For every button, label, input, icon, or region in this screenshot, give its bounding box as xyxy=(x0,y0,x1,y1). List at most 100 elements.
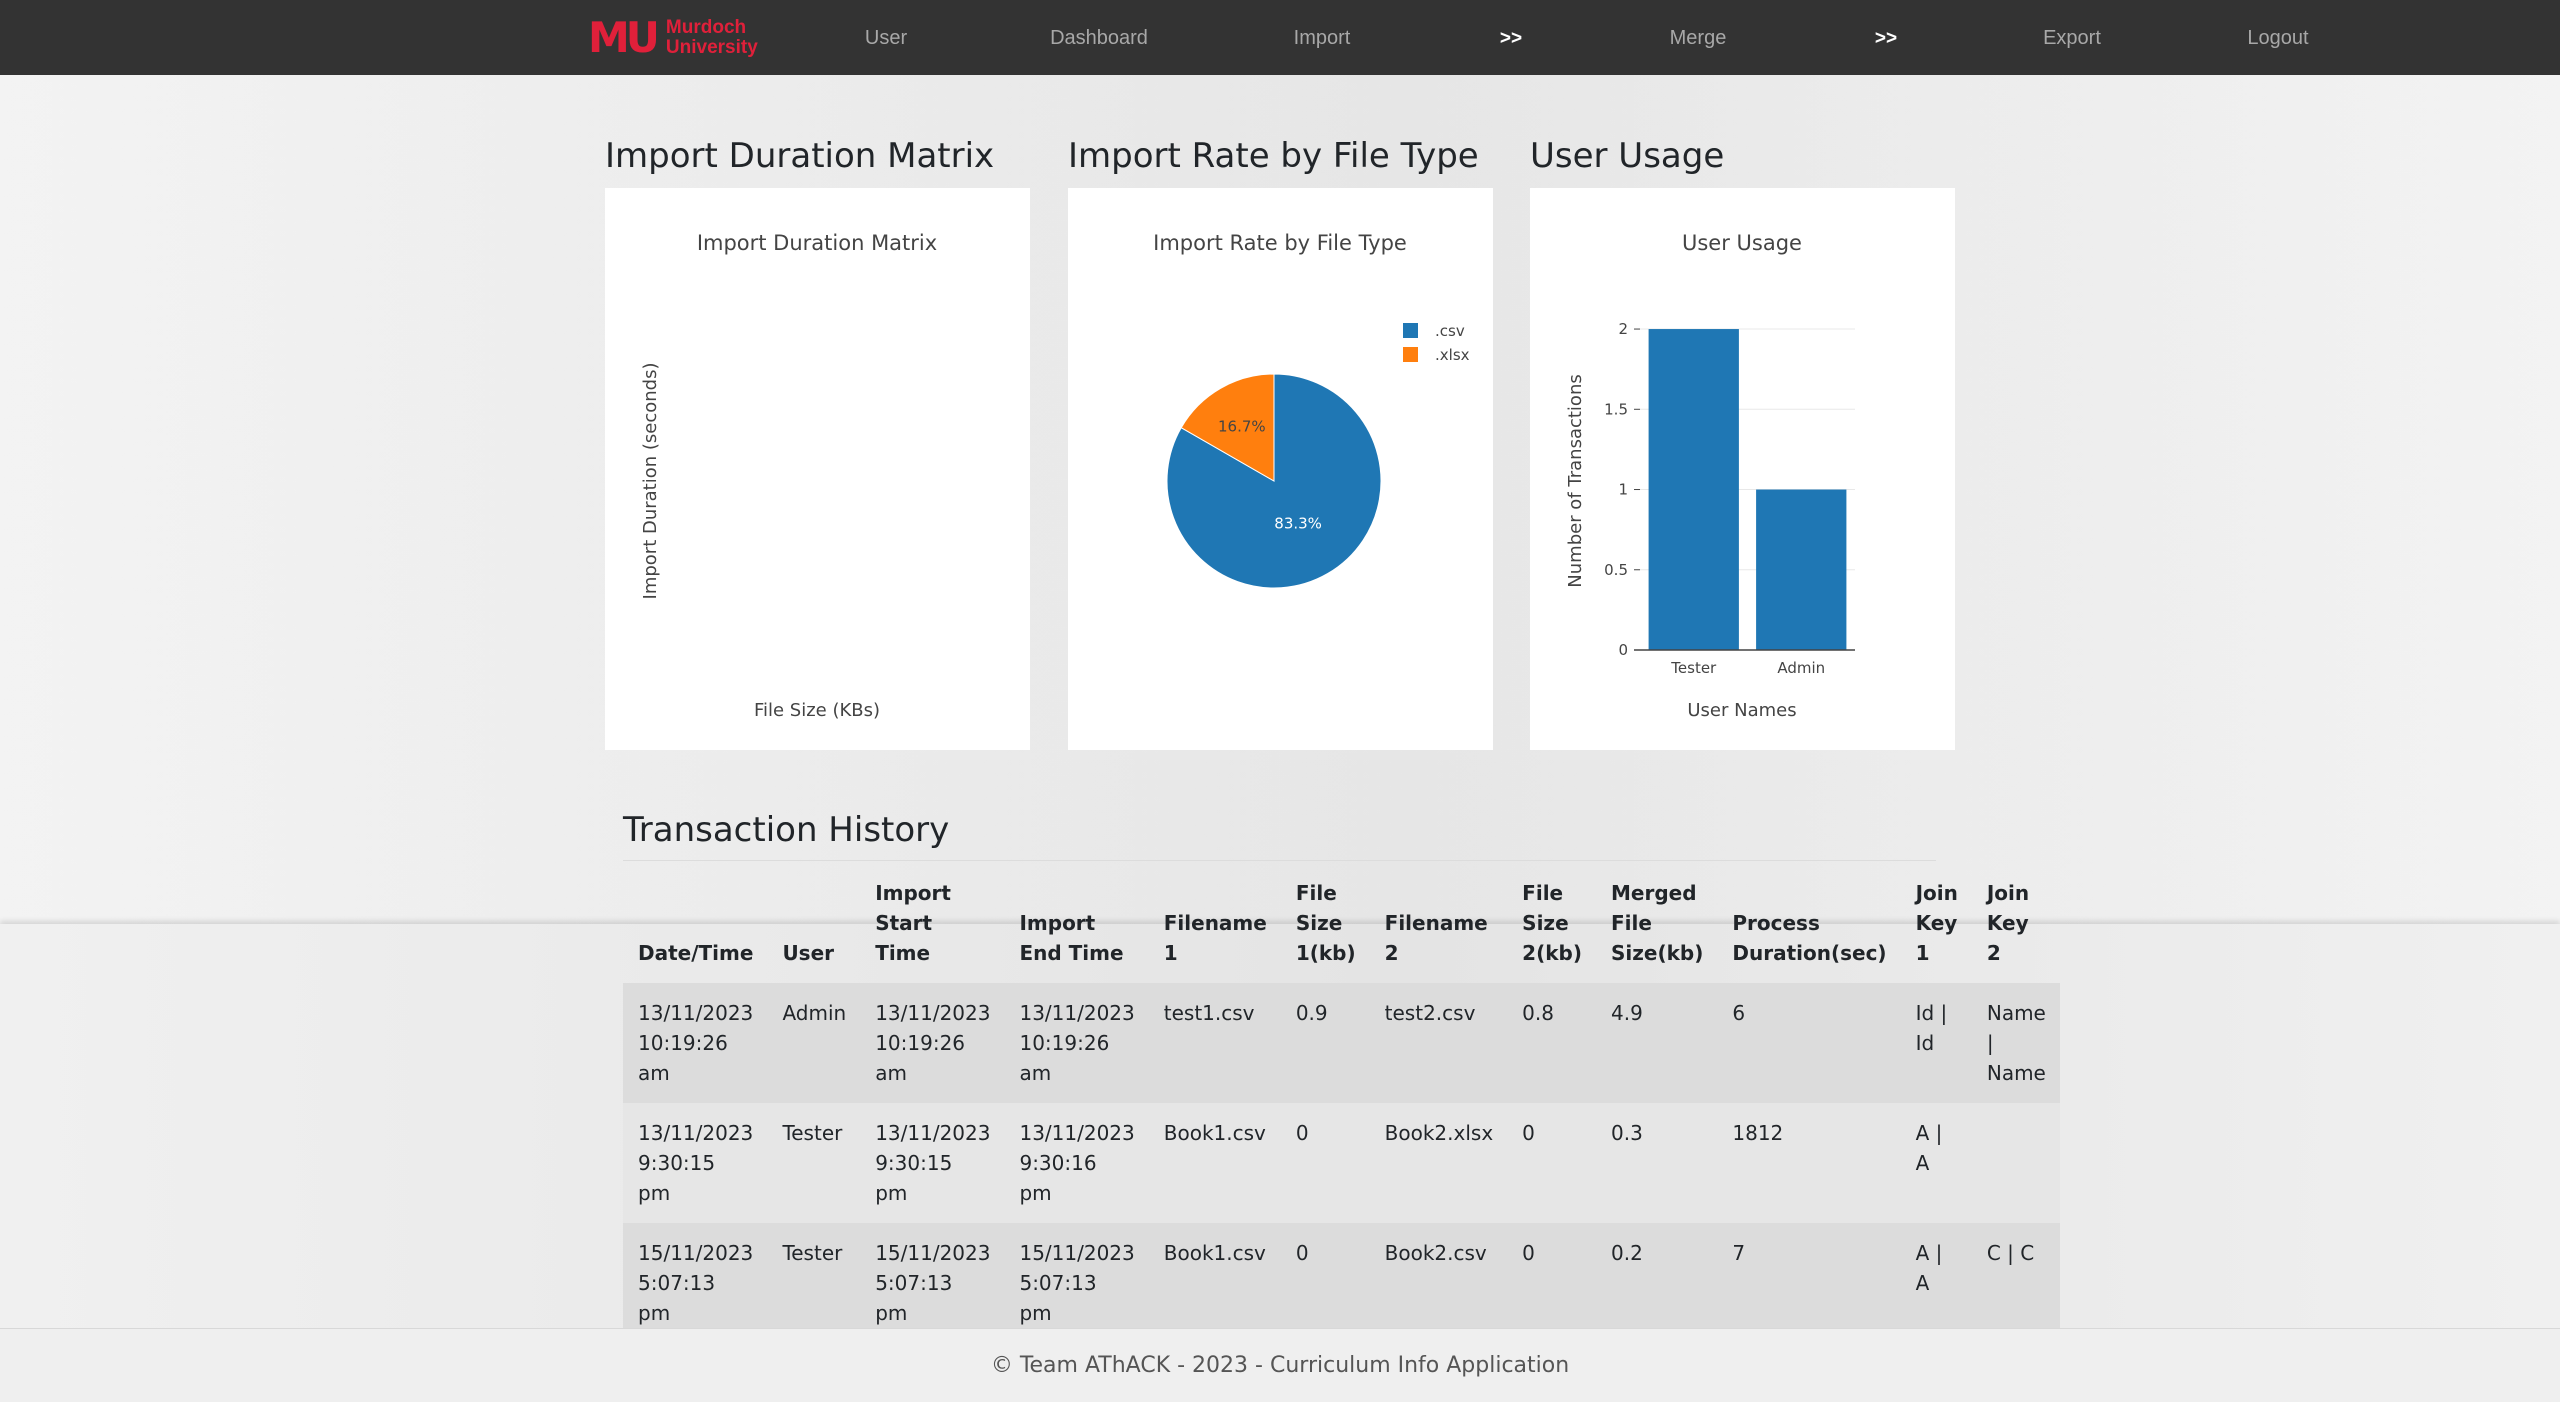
table-row: 13/11/2023 9:30:15 pm Tester 13/11/2023 … xyxy=(623,1103,2060,1223)
cell-merged-size: 4.9 xyxy=(1611,1001,1643,1025)
filetype-pie-chart[interactable]: Import Rate by File Type 83.3% 16.7% .csv… xyxy=(1068,188,1493,750)
col-header-import-end: Import End Time xyxy=(1019,911,1124,965)
filetype-chart-card: Import Rate by File Type 83.3% 16.7% .csv… xyxy=(1068,188,1493,750)
bar-y-tick-label: 1.5 xyxy=(1604,400,1628,418)
cell-file-size-1: 0 xyxy=(1295,1121,1309,1145)
cell-import-start: 13/11/2023 10:19:26 am xyxy=(875,1001,991,1085)
bar-y-tick-label: 1 xyxy=(1618,481,1628,499)
cell-join-key-2: C | C xyxy=(1986,1241,2035,1265)
cell-datetime: 15/11/2023 5:07:13 pm xyxy=(638,1241,754,1325)
nav-user[interactable]: User xyxy=(865,0,907,75)
cell-process-duration: 7 xyxy=(1732,1241,1746,1265)
scatter-x-axis-label: File Size (KBs) xyxy=(754,700,880,721)
history-title-divider xyxy=(623,860,1936,861)
pie-legend-swatch xyxy=(1403,323,1418,338)
col-header-join-key-2: Join Key 2 xyxy=(1986,881,2030,965)
col-header-import-start: Import Start Time xyxy=(875,881,951,965)
history-section-title: Transaction History xyxy=(623,810,950,850)
duration-section-title: Import Duration Matrix xyxy=(605,136,995,176)
cell-import-end: 15/11/2023 5:07:13 pm xyxy=(1019,1241,1135,1325)
bar-y-tick-label: 2 xyxy=(1618,320,1628,338)
cell-filename-1: Book1.csv xyxy=(1163,1241,1266,1265)
bar-x-axis-label: User Names xyxy=(1687,700,1796,721)
cell-merged-size: 0.2 xyxy=(1611,1241,1643,1265)
duration-chart-card: Import Duration Matrix 0246050010001500 … xyxy=(605,188,1030,750)
cell-join-key-1: A | A xyxy=(1915,1121,1943,1175)
cell-import-end: 13/11/2023 10:19:26 am xyxy=(1019,1001,1135,1085)
usage-bar xyxy=(1648,329,1739,650)
cell-filename-1: Book1.csv xyxy=(1163,1121,1266,1145)
cell-file-size-1: 0 xyxy=(1295,1241,1309,1265)
col-header-file-size-1: File Size 1(kb) xyxy=(1295,881,1356,965)
pie-title: Import Rate by File Type xyxy=(1153,231,1407,255)
nav-dashboard[interactable]: Dashboard xyxy=(1050,0,1148,75)
cell-user: Admin xyxy=(782,1001,847,1025)
bar-x-tick-label: Admin xyxy=(1777,659,1825,677)
cell-user: Tester xyxy=(782,1121,843,1145)
murdoch-logo[interactable]: MU Murdoch University xyxy=(588,13,758,62)
duration-scatter-chart[interactable]: Import Duration Matrix 0246050010001500 … xyxy=(605,188,1030,750)
table-header-row: Date/Time User Import Start Time Import … xyxy=(623,875,2060,983)
col-header-merged-size: Merged File Size(kb) xyxy=(1611,881,1704,965)
bar-y-tick-label: 0 xyxy=(1618,641,1628,659)
cell-import-end: 13/11/2023 9:30:16 pm xyxy=(1019,1121,1135,1205)
cell-process-duration: 1812 xyxy=(1732,1121,1784,1145)
col-header-filename-1: Filename 1 xyxy=(1163,911,1267,965)
nav-logout[interactable]: Logout xyxy=(2247,0,2308,75)
cell-user: Tester xyxy=(782,1241,843,1265)
cell-filename-2: Book2.csv xyxy=(1384,1241,1487,1265)
pie-slice-label: 16.7% xyxy=(1218,417,1266,435)
nav-merge[interactable]: Merge xyxy=(1670,0,1727,75)
cell-file-size-1: 0.9 xyxy=(1295,1001,1328,1025)
col-header-join-key-1: Join Key 1 xyxy=(1915,881,1958,965)
table-row: 15/11/2023 5:07:13 pm Tester 15/11/2023 … xyxy=(623,1223,2060,1343)
usage-bar-chart[interactable]: User Usage 0 0.5 1 1.5 2 Tester Admin User Nam… xyxy=(1530,188,1955,750)
usage-chart-card: User Usage 0 0.5 1 1.5 2 Tester Admin User Nam… xyxy=(1530,188,1955,750)
logo-text: Murdoch University xyxy=(666,18,758,58)
cell-datetime: 13/11/2023 9:30:15 pm xyxy=(638,1121,754,1205)
usage-bar xyxy=(1756,489,1847,650)
col-header-file-size-2: File Size 2(kb) xyxy=(1522,881,1582,965)
pie-legend-swatch xyxy=(1403,347,1418,362)
pie-slice-label: 83.3% xyxy=(1274,515,1322,533)
nav-export[interactable]: Export xyxy=(2043,0,2101,75)
usage-section-title: User Usage xyxy=(1530,136,1725,176)
col-header-user: User xyxy=(782,941,835,965)
transaction-history-table: Date/Time User Import Start Time Import … xyxy=(623,875,2060,1343)
cell-datetime: 13/11/2023 10:19:26 am xyxy=(638,1001,754,1085)
col-header-filename-2: Filename 2 xyxy=(1384,911,1488,965)
table-row: 13/11/2023 10:19:26 am Admin 13/11/2023 … xyxy=(623,983,2060,1103)
cell-join-key-1: Id | Id xyxy=(1915,1001,1948,1055)
cell-file-size-2: 0.8 xyxy=(1522,1001,1554,1025)
cell-filename-1: test1.csv xyxy=(1163,1001,1255,1025)
cell-filename-2: Book2.xlsx xyxy=(1384,1121,1494,1145)
pie-legend-label: .csv xyxy=(1435,322,1465,340)
logo-mark: MU xyxy=(588,13,660,62)
col-header-process-duration: Process Duration(sec) xyxy=(1732,911,1887,965)
col-header-datetime: Date/Time xyxy=(638,941,754,965)
filetype-section-title: Import Rate by File Type xyxy=(1068,136,1479,176)
nav-separator-2: >> xyxy=(1874,28,1898,49)
scatter-y-axis-label: Import Duration (seconds) xyxy=(640,363,661,600)
cell-import-start: 13/11/2023 9:30:15 pm xyxy=(875,1121,991,1205)
bar-title: User Usage xyxy=(1682,231,1802,255)
navbar: MU Murdoch University User Dashboard Imp… xyxy=(0,0,2560,75)
nav-separator-1: >> xyxy=(1499,28,1523,49)
cell-file-size-2: 0 xyxy=(1522,1241,1535,1265)
cell-import-start: 15/11/2023 5:07:13 pm xyxy=(875,1241,991,1325)
cell-join-key-1: A | A xyxy=(1915,1241,1943,1295)
logo-line-1: Murdoch xyxy=(665,17,747,38)
cell-join-key-2: Name | Name xyxy=(1986,1001,2046,1085)
bar-y-tick-label: 0.5 xyxy=(1604,561,1628,579)
scatter-title: Import Duration Matrix xyxy=(697,231,937,255)
cell-merged-size: 0.3 xyxy=(1611,1121,1643,1145)
bar-x-tick-label: Tester xyxy=(1670,659,1717,677)
cell-join-key-2 xyxy=(1972,1103,2060,1223)
cell-file-size-2: 0 xyxy=(1522,1121,1535,1145)
bar-y-axis-label: Number of Transactions xyxy=(1565,374,1586,587)
cell-process-duration: 6 xyxy=(1732,1001,1746,1025)
footer-text: © Team AThACK - 2023 - Curriculum Info A… xyxy=(990,1353,1570,1378)
footer: © Team AThACK - 2023 - Curriculum Info A… xyxy=(0,1328,2560,1402)
nav-import[interactable]: Import xyxy=(1294,0,1351,75)
cell-filename-2: test2.csv xyxy=(1384,1001,1476,1025)
